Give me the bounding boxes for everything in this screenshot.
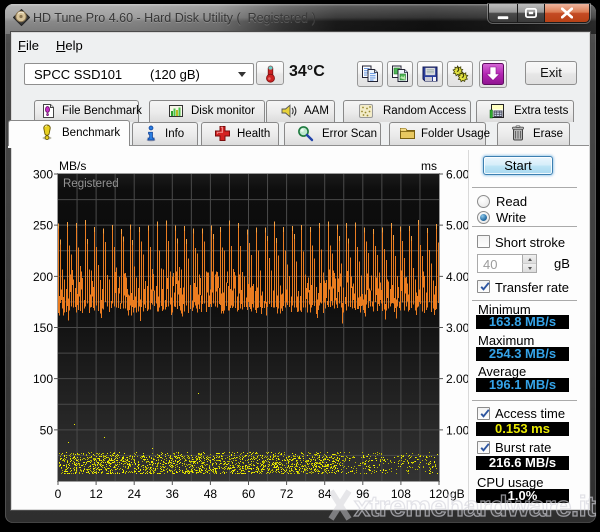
svg-text:200: 200 — [33, 270, 53, 284]
svg-text:250: 250 — [33, 219, 53, 233]
svg-text:24: 24 — [128, 487, 142, 501]
svg-text:ms: ms — [421, 159, 437, 173]
svg-text:50: 50 — [40, 423, 54, 437]
svg-text:1.00: 1.00 — [446, 423, 470, 437]
svg-text:xtremehardware.it: xtremehardware.it — [354, 491, 596, 523]
svg-text:48: 48 — [204, 487, 218, 501]
svg-text:0: 0 — [55, 487, 62, 501]
svg-text:300: 300 — [33, 168, 53, 182]
svg-text:MB/s: MB/s — [59, 159, 86, 173]
svg-text:5.00: 5.00 — [446, 219, 470, 233]
svg-text:60: 60 — [242, 487, 256, 501]
svg-text:100: 100 — [33, 372, 53, 386]
svg-text:36: 36 — [166, 487, 180, 501]
svg-text:2.00: 2.00 — [446, 372, 470, 386]
svg-text:6.00: 6.00 — [446, 168, 470, 182]
svg-text:72: 72 — [280, 487, 294, 501]
svg-text:150: 150 — [33, 321, 53, 335]
svg-text:3.00: 3.00 — [446, 321, 470, 335]
svg-text:Registered: Registered — [63, 178, 119, 190]
svg-text:4.00: 4.00 — [446, 270, 470, 284]
svg-text:12: 12 — [89, 487, 103, 501]
